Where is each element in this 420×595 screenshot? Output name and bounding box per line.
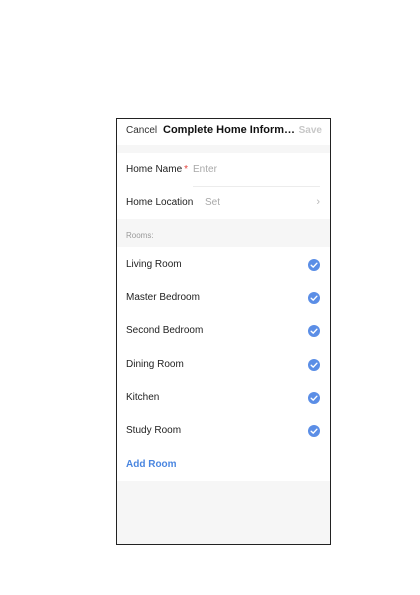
home-name-label: Home Name * xyxy=(126,164,189,175)
save-button[interactable]: Save xyxy=(299,125,322,136)
page-title: Complete Home Informati… xyxy=(163,124,297,136)
room-item-living-room[interactable]: Living Room xyxy=(117,247,330,280)
room-item-master-bedroom[interactable]: Master Bedroom xyxy=(117,280,330,313)
navigation-bar: Cancel Complete Home Informati… Save xyxy=(117,119,330,145)
room-label: Dining Room xyxy=(126,359,184,370)
room-label: Study Room xyxy=(126,425,182,436)
checkmark-icon[interactable] xyxy=(308,259,320,271)
checkmark-icon[interactable] xyxy=(308,292,320,304)
home-info-screen: Cancel Complete Home Informati… Save Hom… xyxy=(116,118,331,545)
checkmark-icon[interactable] xyxy=(308,325,320,337)
room-label: Master Bedroom xyxy=(126,292,200,303)
room-label: Second Bedroom xyxy=(126,325,204,336)
room-label: Kitchen xyxy=(126,392,160,403)
home-location-label: Home Location xyxy=(126,197,194,208)
room-item-study-room[interactable]: Study Room xyxy=(117,413,330,446)
chevron-right-icon: › xyxy=(316,196,320,208)
room-item-kitchen[interactable]: Kitchen xyxy=(117,380,330,413)
checkmark-icon[interactable] xyxy=(308,359,320,371)
rooms-list: Living Room Master Bedroom Second Bedroo… xyxy=(117,247,330,481)
room-label: Living Room xyxy=(126,259,182,270)
home-name-row[interactable]: Home Name * Enter xyxy=(117,153,330,187)
add-room-button[interactable]: Add Room xyxy=(126,459,177,470)
room-item-second-bedroom[interactable]: Second Bedroom xyxy=(117,313,330,346)
room-item-dining-room[interactable]: Dining Room xyxy=(117,347,330,380)
checkmark-icon[interactable] xyxy=(308,425,320,437)
home-location-row[interactable]: Home Location Set › xyxy=(117,186,330,219)
checkmark-icon[interactable] xyxy=(308,392,320,404)
home-details-form: Home Name * Enter Home Location Set › xyxy=(117,153,330,219)
home-location-value[interactable]: Set xyxy=(205,197,220,208)
home-name-input[interactable]: Enter xyxy=(193,164,217,175)
rooms-section-label: Rooms: xyxy=(126,231,154,240)
cancel-button[interactable]: Cancel xyxy=(126,125,157,136)
required-mark: * xyxy=(184,164,189,175)
